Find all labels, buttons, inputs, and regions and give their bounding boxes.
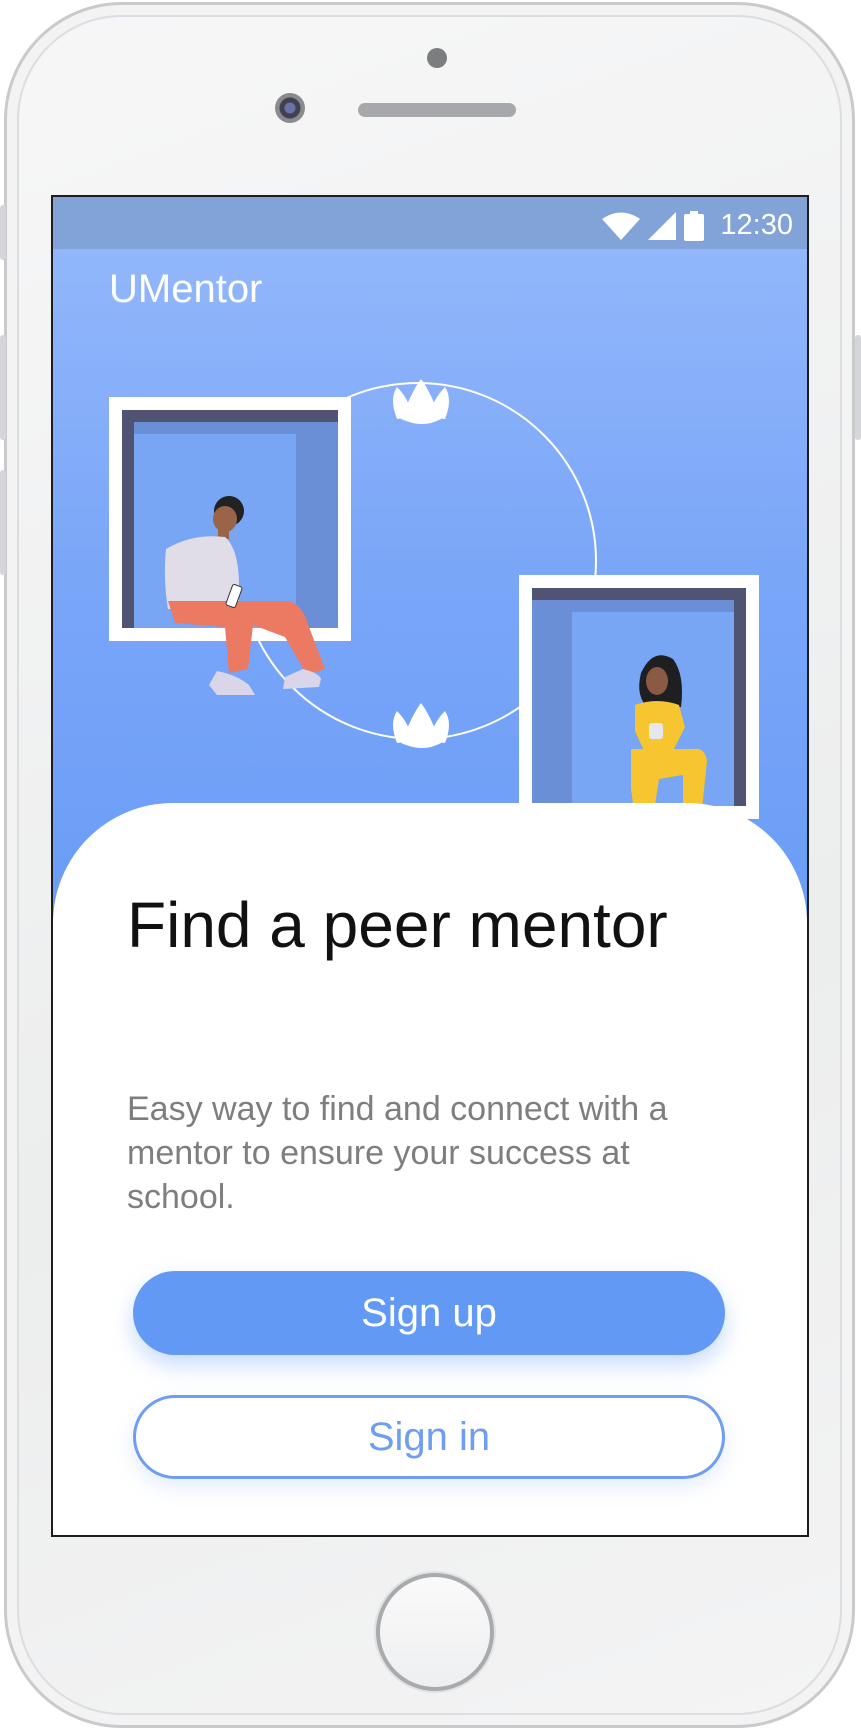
power-button <box>855 335 861 440</box>
wifi-icon <box>602 212 641 240</box>
status-bar: 12:30 <box>53 197 807 249</box>
volume-up-button <box>0 335 6 440</box>
flower-icon-bottom <box>393 703 449 748</box>
home-button[interactable] <box>376 1573 494 1691</box>
flower-icon-top <box>393 379 449 424</box>
front-camera <box>275 93 305 123</box>
app-screen: 12:30 UMentor Find a peer mentor Easy wa… <box>51 195 809 1537</box>
proximity-sensor <box>427 48 447 68</box>
battery-icon <box>684 210 705 241</box>
page-description: Easy way to find and connect with a ment… <box>127 1090 668 1216</box>
signin-button[interactable]: Sign in <box>133 1395 725 1479</box>
volume-down-button <box>0 470 6 575</box>
earpiece-speaker <box>358 103 516 117</box>
status-time: 12:30 <box>720 209 793 241</box>
page-headline: Find a peer mentor <box>127 889 668 961</box>
signup-button[interactable]: Sign up <box>133 1271 725 1355</box>
mute-switch <box>0 205 6 260</box>
cellular-signal-icon <box>648 211 677 240</box>
